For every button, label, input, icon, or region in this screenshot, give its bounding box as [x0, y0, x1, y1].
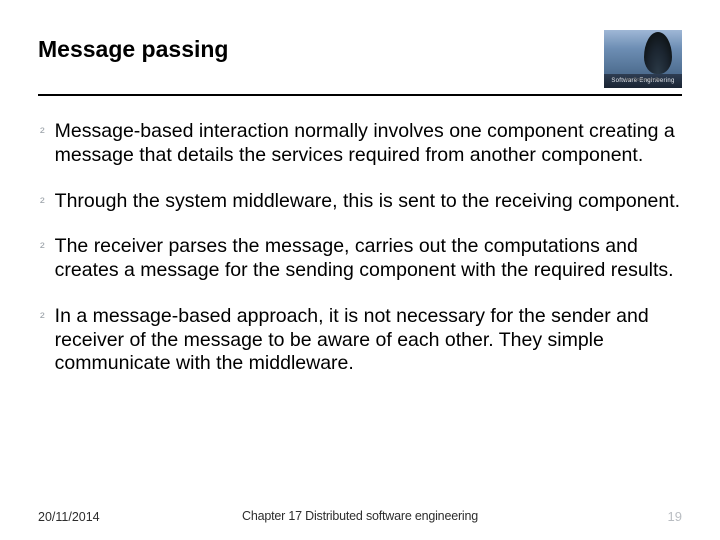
list-item: ² The receiver parses the message, carri…: [38, 235, 682, 283]
logo-building-icon: [644, 32, 672, 74]
diamond-bullet-icon: ²: [40, 235, 45, 283]
list-item-text: Message-based interaction normally invol…: [55, 120, 682, 168]
slide-footer: 20/11/2014 Chapter 17 Distributed softwa…: [0, 509, 720, 524]
slide: Message passing Software Engineering Ian…: [0, 0, 720, 540]
diamond-bullet-icon: ²: [40, 120, 45, 168]
bullet-list: ² Message-based interaction normally inv…: [38, 106, 682, 376]
diamond-bullet-icon: ²: [40, 190, 45, 214]
book-cover-logo: Software Engineering Ian Sommerville: [604, 30, 682, 92]
footer-page-number: 19: [668, 509, 682, 524]
list-item-text: The receiver parses the message, carries…: [55, 235, 682, 283]
list-item-text: Through the system middleware, this is s…: [55, 190, 682, 214]
list-item: ² Through the system middleware, this is…: [38, 190, 682, 214]
list-item-text: In a message-based approach, it is not n…: [55, 305, 682, 376]
diamond-bullet-icon: ²: [40, 305, 45, 376]
header-divider: [38, 94, 682, 96]
list-item: ² In a message-based approach, it is not…: [38, 305, 682, 376]
logo-author-text: Ian Sommerville: [604, 77, 682, 83]
list-item: ² Message-based interaction normally inv…: [38, 120, 682, 168]
footer-chapter: Chapter 17 Distributed software engineer…: [242, 509, 478, 523]
footer-date: 20/11/2014: [38, 510, 100, 524]
slide-title: Message passing: [38, 30, 228, 81]
header-row: Message passing Software Engineering Ian…: [38, 30, 682, 92]
